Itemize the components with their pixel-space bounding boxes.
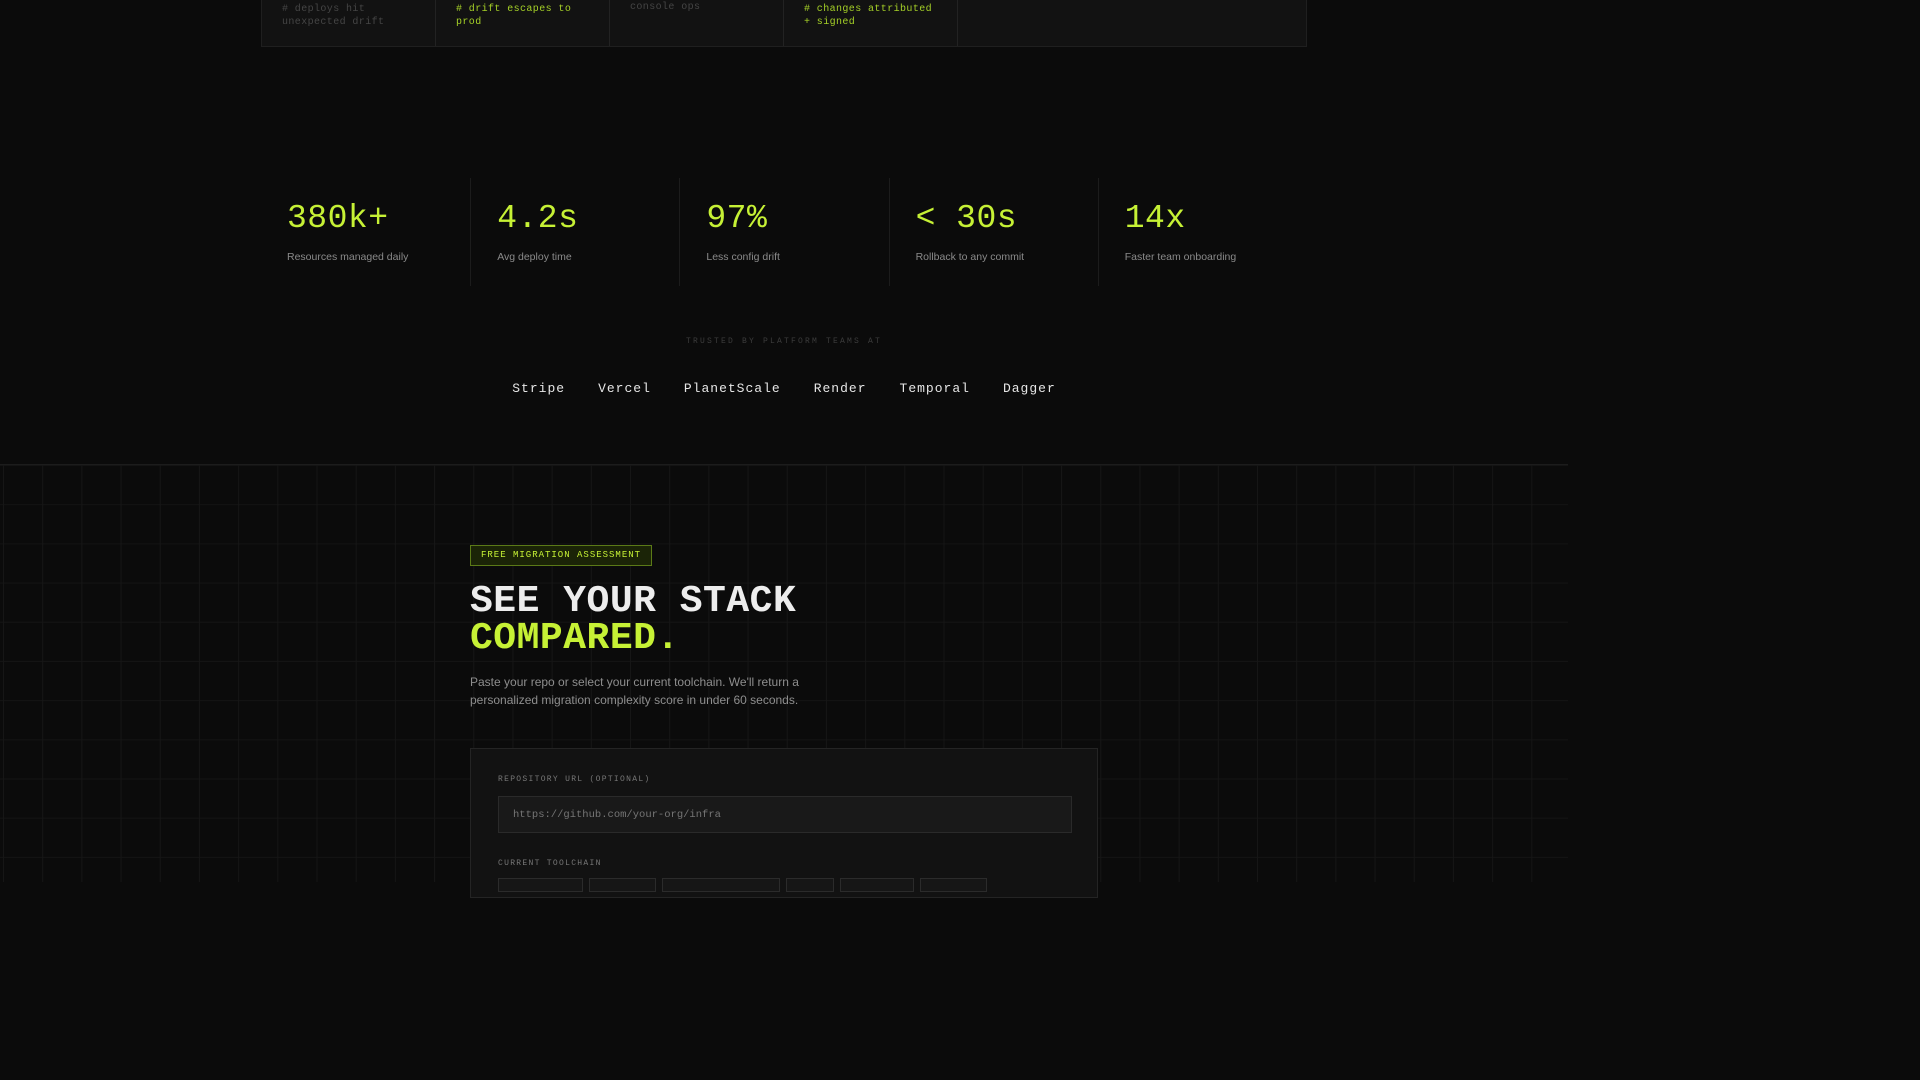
- logo-dagger: Dagger: [1002, 381, 1056, 396]
- toolchain-option[interactable]: [589, 878, 656, 892]
- migration-assessment-section: FREE MIGRATION ASSESSMENT SEE YOUR STACK…: [0, 464, 1568, 898]
- stat-label: Rollback to any commit: [915, 251, 1025, 263]
- comparison-cell: # drift escapes to prod: [436, 0, 610, 46]
- comparison-cell: console ops: [610, 0, 784, 46]
- comparison-strip: # deploys hit unexpected drift # drift e…: [261, 0, 1307, 47]
- comparison-cell-empty: [958, 0, 1306, 46]
- repo-url-label: REPOSITORY URL (OPTIONAL): [498, 775, 651, 784]
- toolchain-option[interactable]: [920, 878, 987, 892]
- comparison-cell: # deploys hit unexpected drift: [262, 0, 436, 46]
- logo-row: Stripe Vercel PlanetScale Render Tempora…: [0, 381, 1568, 396]
- stat-resources: 380k+ Resources managed daily: [261, 178, 470, 286]
- stat-label: Less config drift: [706, 251, 780, 263]
- logo-temporal: Temporal: [899, 381, 970, 396]
- logo-vercel: Vercel: [598, 381, 651, 396]
- stat-config-drift: 97% Less config drift: [679, 178, 888, 286]
- assessment-title: SEE YOUR STACK COMPARED.: [470, 580, 797, 660]
- toolchain-options: [498, 878, 987, 892]
- stat-deploy-time: 4.2s Avg deploy time: [470, 178, 679, 286]
- toolchain-label: CURRENT TOOLCHAIN: [498, 859, 602, 868]
- toolchain-option[interactable]: [662, 878, 780, 892]
- stat-label: Faster team onboarding: [1124, 251, 1237, 263]
- assessment-subtitle: Paste your repo or select your current t…: [470, 675, 799, 707]
- stat-value: 14x: [1124, 200, 1186, 237]
- stat-onboarding: 14x Faster team onboarding: [1097, 178, 1307, 286]
- logo-stripe: Stripe: [512, 381, 566, 396]
- comparison-cell: # changes attributed + signed: [784, 0, 958, 46]
- assessment-form: REPOSITORY URL (OPTIONAL) CURRENT TOOLCH…: [470, 748, 1098, 898]
- stat-value: < 30s: [915, 200, 1018, 237]
- stat-value: 4.2s: [497, 200, 579, 237]
- assessment-badge: FREE MIGRATION ASSESSMENT: [470, 545, 653, 566]
- toolchain-option[interactable]: [498, 878, 583, 892]
- repo-url-input[interactable]: [498, 796, 1072, 833]
- stat-rollback: < 30s Rollback to any commit: [888, 178, 1098, 286]
- logo-planetscale: PlanetScale: [683, 381, 781, 396]
- assessment-title-line1: SEE YOUR STACK: [470, 580, 797, 623]
- toolchain-option[interactable]: [786, 878, 834, 892]
- toolchain-option[interactable]: [840, 878, 914, 892]
- stat-label: Avg deploy time: [497, 251, 572, 263]
- trusted-heading: TRUSTED BY PLATFORM TEAMS AT: [685, 337, 883, 346]
- stat-label: Resources managed daily: [287, 251, 409, 263]
- stat-value: 380k+: [287, 200, 389, 237]
- stats-row: 380k+ Resources managed daily 4.2s Avg d…: [261, 178, 1307, 286]
- assessment-title-line2: COMPARED.: [470, 617, 680, 660]
- logo-render: Render: [813, 381, 867, 396]
- stat-value: 97%: [706, 200, 768, 237]
